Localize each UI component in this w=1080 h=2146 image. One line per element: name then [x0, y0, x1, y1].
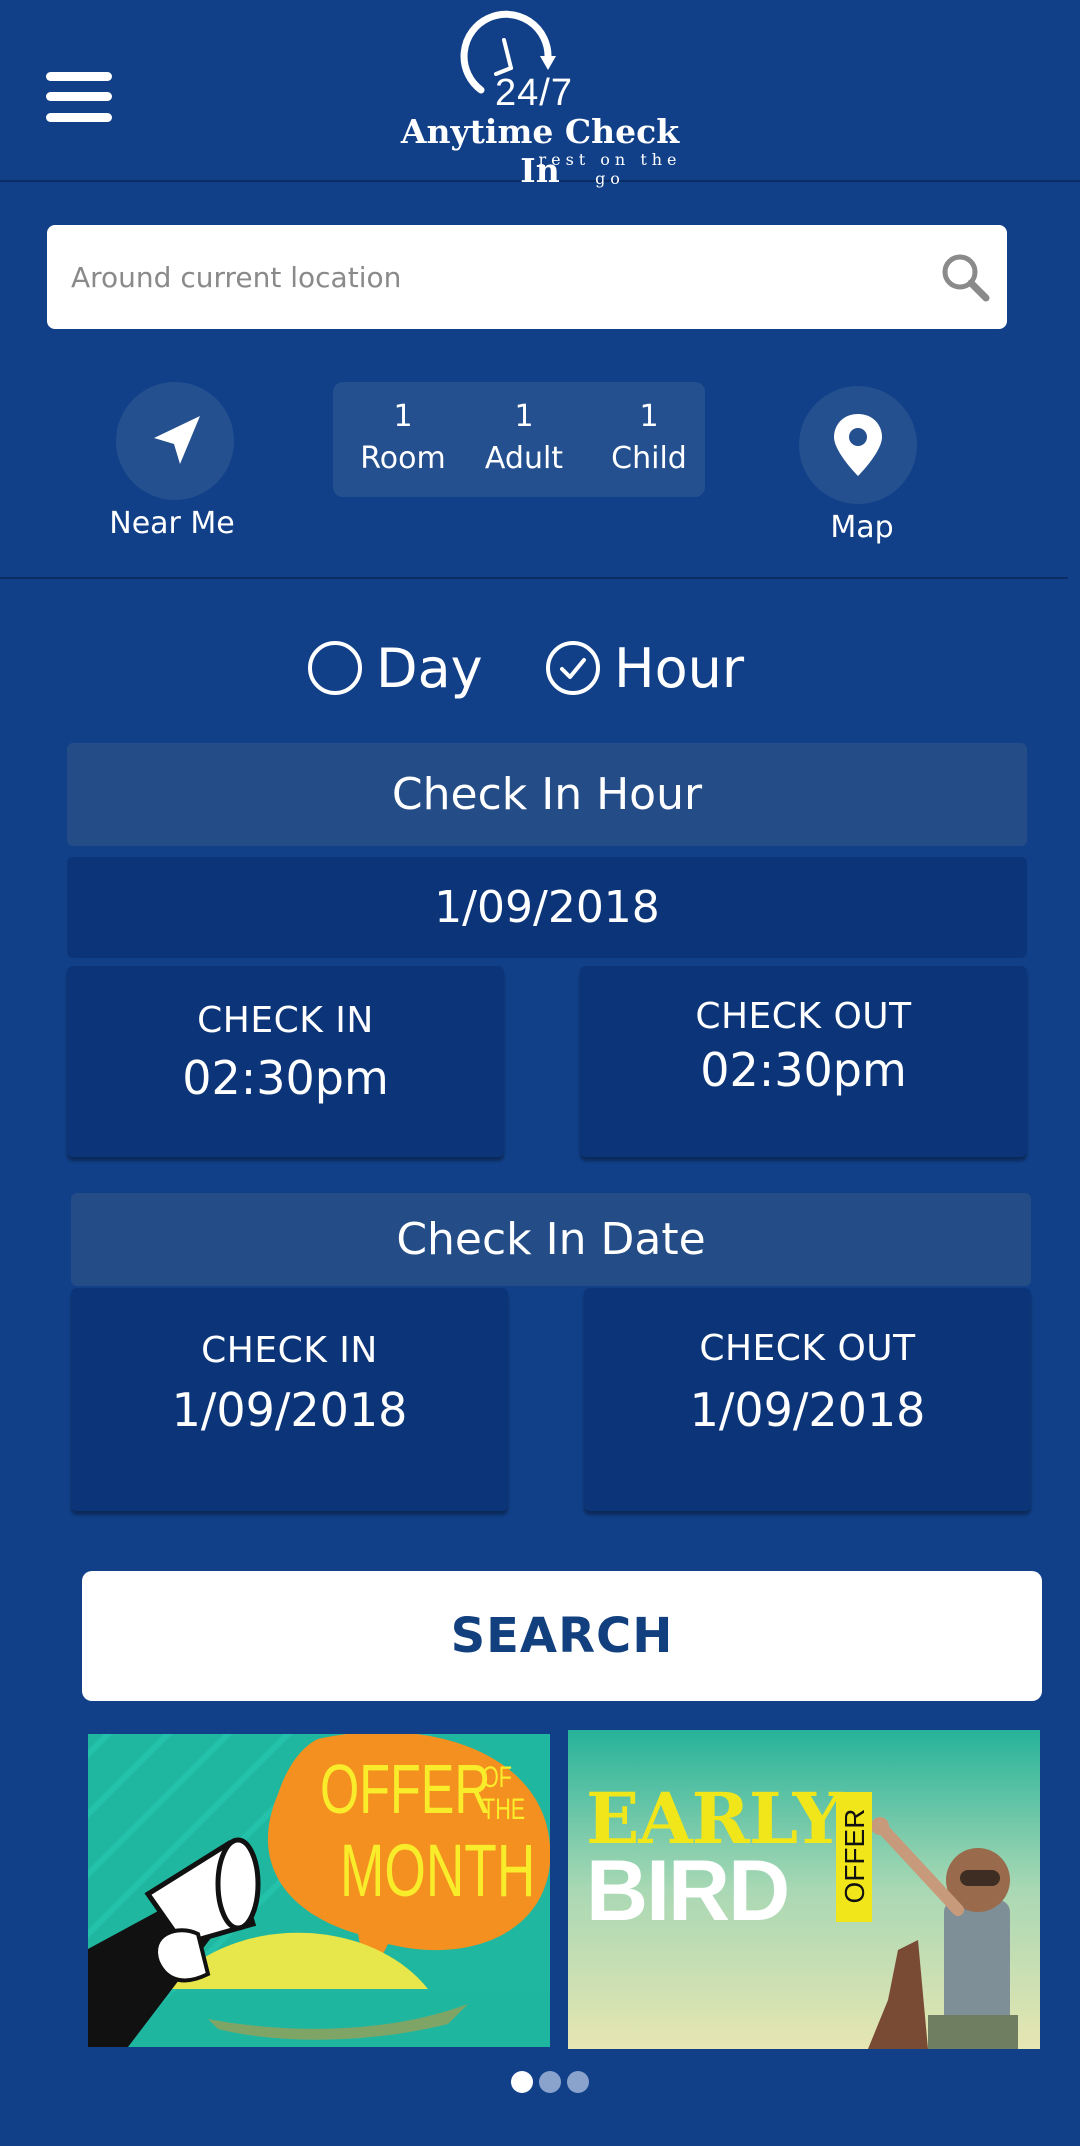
room-label: Room: [360, 441, 446, 476]
map-button[interactable]: [799, 386, 917, 504]
hour-check-out-box[interactable]: CHECK OUT 02:30pm: [580, 966, 1027, 1157]
search-button[interactable]: SEARCH: [82, 1571, 1042, 1701]
check-in-date-header: Check In Date: [71, 1193, 1031, 1286]
search-icon[interactable]: [939, 251, 991, 303]
carousel-indicators: [511, 2071, 589, 2093]
search-bar: [47, 225, 1007, 329]
hour-option[interactable]: Hour: [546, 636, 744, 700]
carousel-dot-2[interactable]: [539, 2071, 561, 2093]
child-counter[interactable]: 1 Child: [589, 396, 709, 480]
hour-check-in-time: 02:30pm: [182, 1051, 389, 1105]
navigation-arrow-icon: [154, 416, 200, 464]
offer-of-the-month-banner[interactable]: OFFER OF THE MONTH: [88, 1734, 550, 2047]
map-label: Map: [830, 510, 894, 545]
date-check-out-label: CHECK OUT: [699, 1328, 916, 1369]
near-me-label: Near Me: [109, 506, 235, 541]
app-header: 24/7 Anytime Check In rest on the go: [0, 0, 1080, 190]
offer-side-word: OFFER: [839, 1808, 870, 1904]
bird-word: BIRD: [586, 1843, 790, 1939]
room-counter[interactable]: 1 Room: [343, 396, 463, 480]
date-check-out-value: 1/09/2018: [689, 1383, 926, 1437]
search-input[interactable]: [71, 225, 911, 329]
logo-number: 24/7: [495, 72, 573, 114]
carousel-dot-3[interactable]: [567, 2071, 589, 2093]
app-logo: 24/7 Anytime Check In rest on the go: [380, 8, 700, 190]
hour-check-out-time: 02:30pm: [700, 1043, 907, 1097]
adult-label: Adult: [484, 441, 564, 476]
radio-checked-icon: [546, 641, 600, 695]
map-pin-icon: [834, 414, 882, 476]
check-in-hour-header: Check In Hour: [67, 743, 1027, 846]
day-option[interactable]: Day: [308, 636, 483, 700]
hour-label: Hour: [614, 636, 745, 700]
of-the-word: OF THE: [482, 1761, 526, 1826]
date-check-out-box[interactable]: CHECK OUT 1/09/2018: [584, 1288, 1031, 1511]
child-count: 1: [639, 399, 659, 434]
month-word: MONTH: [340, 1829, 536, 1912]
room-count: 1: [393, 399, 413, 434]
date-check-in-value: 1/09/2018: [171, 1383, 408, 1437]
adult-counter[interactable]: 1 Adult: [464, 396, 584, 480]
menu-icon[interactable]: [46, 72, 112, 122]
hour-date-field[interactable]: 1/09/2018: [67, 857, 1027, 958]
logo-tagline: rest on the go: [538, 150, 682, 188]
offer-side-tag: OFFER: [836, 1792, 872, 1922]
date-check-in-label: CHECK IN: [201, 1330, 378, 1371]
offer-word: OFFER: [320, 1750, 491, 1828]
early-bird-offer-banner[interactable]: EARLY BIRD OFFER: [568, 1730, 1040, 2049]
day-label: Day: [376, 636, 483, 700]
hour-check-out-label: CHECK OUT: [695, 996, 912, 1037]
near-me-button[interactable]: [116, 382, 234, 500]
carousel-dot-1[interactable]: [511, 2071, 533, 2093]
section-divider: [0, 577, 1068, 579]
radio-empty-icon: [308, 641, 362, 695]
hour-check-in-label: CHECK IN: [197, 1000, 374, 1041]
hour-check-in-box[interactable]: CHECK IN 02:30pm: [67, 966, 504, 1157]
child-label: Child: [611, 441, 687, 476]
date-check-in-box[interactable]: CHECK IN 1/09/2018: [71, 1288, 508, 1511]
guest-counter[interactable]: 1 Room 1 Adult 1 Child: [333, 382, 705, 497]
adult-count: 1: [514, 399, 534, 434]
